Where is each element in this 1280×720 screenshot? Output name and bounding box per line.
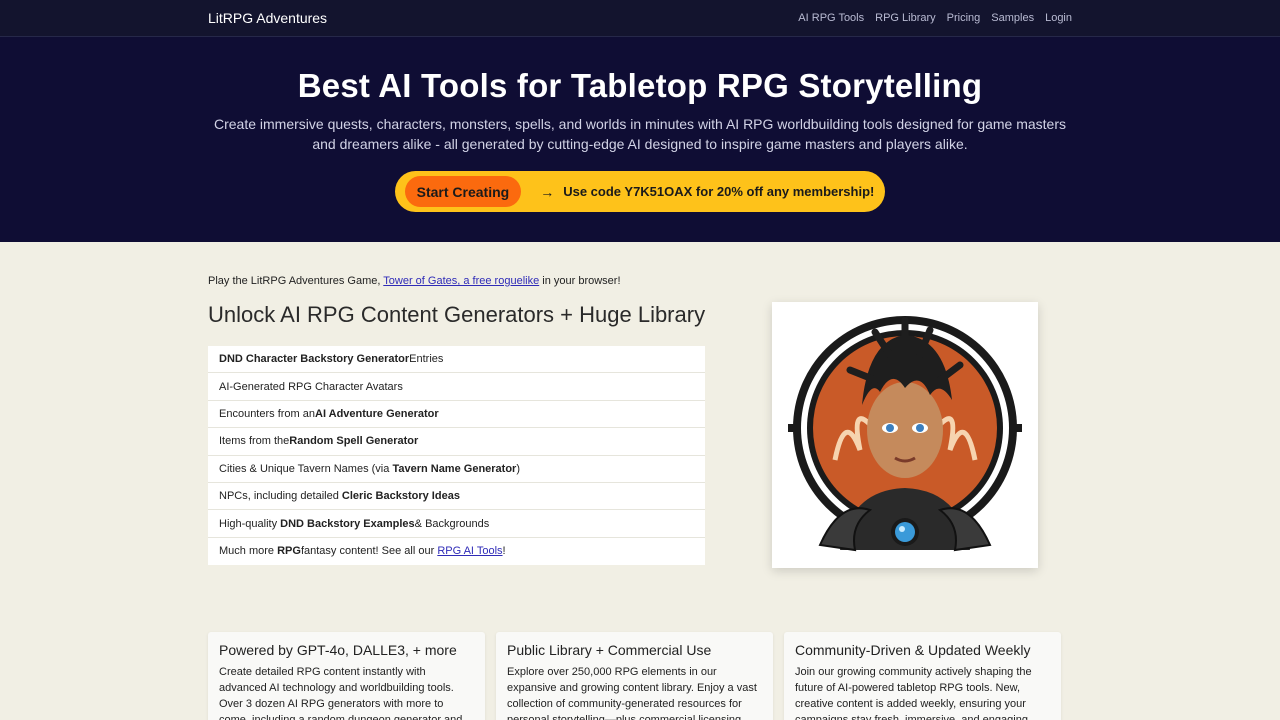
start-creating-button[interactable]: Start Creating <box>404 176 522 207</box>
navbar-inner: LitRPG Adventures AI RPG Tools RPG Libra… <box>208 10 1072 26</box>
feature-item-backstory-examples: High-quality DND Backstory Examples & Ba… <box>208 510 705 538</box>
intro-after: in your browser! <box>539 275 621 287</box>
feature-bold: DND Backstory Examples <box>280 517 415 530</box>
cta-banner[interactable]: Start Creating → Use code Y7K51OAX for 2… <box>394 171 886 212</box>
character-portrait-icon <box>788 316 1022 552</box>
main-content: Play the LitRPG Adventures Game, Tower o… <box>208 242 1072 720</box>
card-title: Powered by GPT-4o, DALLE3, + more <box>219 642 457 658</box>
feature-item-cleric-ideas: NPCs, including detailed Cleric Backstor… <box>208 483 705 511</box>
tower-of-gates-link[interactable]: Tower of Gates, a free roguelike <box>383 275 539 287</box>
feature-item-adventure-generator: Encounters from an AI Adventure Generato… <box>208 401 705 429</box>
rpg-ai-tools-link[interactable]: RPG AI Tools <box>437 545 502 557</box>
card-title: Community-Driven & Updated Weekly <box>795 642 1031 658</box>
nav-link-rpg-library[interactable]: RPG Library <box>875 12 936 24</box>
card-powered-by: Powered by GPT-4o, DALLE3, + more Create… <box>208 632 485 720</box>
card-title: Public Library + Commercial Use <box>507 642 712 658</box>
card-text: Explore over 250,000 RPG elements in our… <box>507 666 757 720</box>
card-public-library: Public Library + Commercial Use Explore … <box>496 632 773 720</box>
feature-list: DND Character Backstory Generator Entrie… <box>208 346 705 566</box>
card-community: Community-Driven & Updated Weekly Join o… <box>784 632 1061 720</box>
feature-bold: Tavern Name Generator <box>392 462 517 475</box>
card-text: Create detailed RPG content instantly wi… <box>219 666 463 720</box>
feature-bold: Random Spell Generator <box>289 435 419 448</box>
promo-code-text[interactable]: Use code Y7K51OAX for 20% off any member… <box>563 184 874 199</box>
arrow-right-icon: → <box>540 183 555 200</box>
feature-item-avatars: AI-Generated RPG Character Avatars <box>208 373 705 401</box>
nav-link-login[interactable]: Login <box>1045 12 1072 24</box>
feature-bold: Cleric Backstory Ideas <box>341 490 460 503</box>
nav-link-pricing[interactable]: Pricing <box>947 12 981 24</box>
section-title: Unlock AI RPG Content Generators + Huge … <box>208 302 706 327</box>
feature-item-tavern-names: Cities & Unique Tavern Names (via Tavern… <box>208 456 705 483</box>
hero-title: Best AI Tools for Tabletop RPG Storytell… <box>297 67 983 104</box>
feature-bold: DND Character Backstory Generator <box>219 353 410 366</box>
hero-section: Best AI Tools for Tabletop RPG Storytell… <box>0 37 1280 242</box>
feature-item-spell-generator: Items from the Random Spell Generator <box>208 428 705 456</box>
nav-link-samples[interactable]: Samples <box>991 12 1034 24</box>
info-cards: Powered by GPT-4o, DALLE3, + more Create… <box>208 632 1061 720</box>
brand-logo[interactable]: LitRPG Adventures <box>208 10 327 26</box>
nav-links: AI RPG Tools RPG Library Pricing Samples… <box>798 12 1072 24</box>
nav-link-ai-rpg-tools[interactable]: AI RPG Tools <box>798 12 864 24</box>
feature-item-backstory-generator: DND Character Backstory Generator Entrie… <box>208 346 705 374</box>
navbar: LitRPG Adventures AI RPG Tools RPG Libra… <box>0 0 1280 37</box>
card-text: Join our growing community actively shap… <box>795 666 1032 720</box>
intro-before: Play the LitRPG Adventures Game, <box>208 275 384 287</box>
feature-bold: AI Adventure Generator <box>315 407 439 420</box>
feature-item-more-content: Much more RPG fantasy content! See all o… <box>219 545 506 558</box>
hero-subtitle: Create immersive quests, characters, mon… <box>213 116 1067 152</box>
character-portrait-card <box>772 302 1038 568</box>
intro-text: Play the LitRPG Adventures Game, Tower o… <box>208 275 621 287</box>
feature-bold: RPG <box>277 545 301 558</box>
